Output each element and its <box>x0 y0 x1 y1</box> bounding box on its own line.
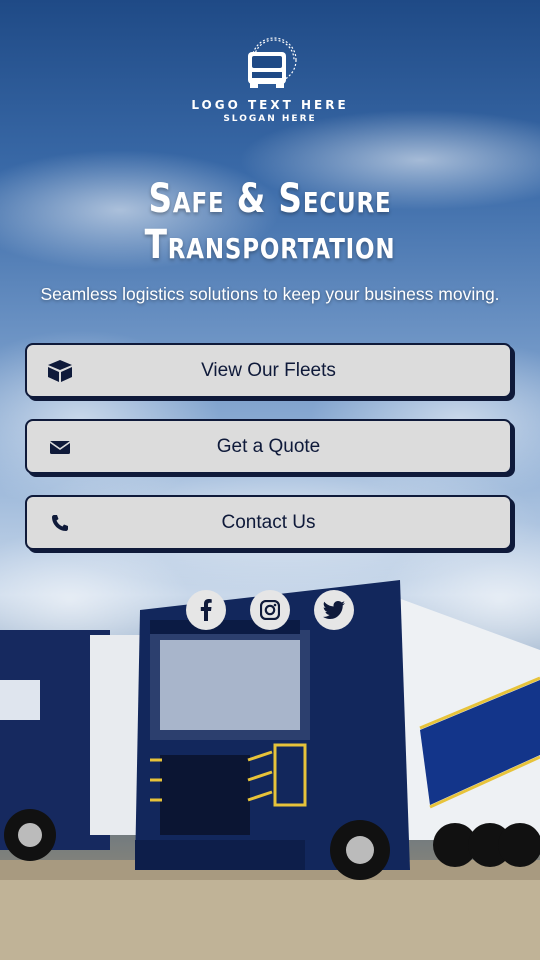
instagram-button[interactable] <box>250 590 290 630</box>
truck-globe-logo-icon <box>248 37 297 88</box>
logo-slogan: SLOGAN HERE <box>223 114 317 124</box>
box-icon <box>47 358 73 384</box>
instagram-icon <box>260 600 280 620</box>
title-line-1: Safe & Secure <box>148 176 392 222</box>
logo-text: LOGO TEXT HERE <box>191 98 349 112</box>
landing-page: LOGO TEXT HERE SLOGAN HERE Safe & Secure… <box>0 0 540 960</box>
page-title: Safe & Secure Transportation <box>49 176 492 268</box>
get-quote-label: Get a Quote <box>216 435 321 457</box>
contact-us-label: Contact Us <box>221 511 316 533</box>
facebook-button[interactable] <box>186 590 226 630</box>
view-fleets-label: View Our Fleets <box>201 359 336 381</box>
phone-icon <box>47 510 73 536</box>
view-fleets-button[interactable]: View Our Fleets <box>25 343 512 398</box>
contact-us-button[interactable]: Contact Us <box>25 495 512 550</box>
company-logo: LOGO TEXT HERE SLOGAN HERE <box>0 36 540 124</box>
facebook-icon <box>200 599 212 621</box>
social-links <box>0 590 540 630</box>
title-line-2: Transportation <box>144 222 396 268</box>
get-quote-button[interactable]: Get a Quote <box>25 419 512 474</box>
envelope-icon <box>47 434 73 460</box>
twitter-icon <box>323 601 345 619</box>
page-subtitle: Seamless logistics solutions to keep you… <box>40 284 500 304</box>
twitter-button[interactable] <box>314 590 354 630</box>
